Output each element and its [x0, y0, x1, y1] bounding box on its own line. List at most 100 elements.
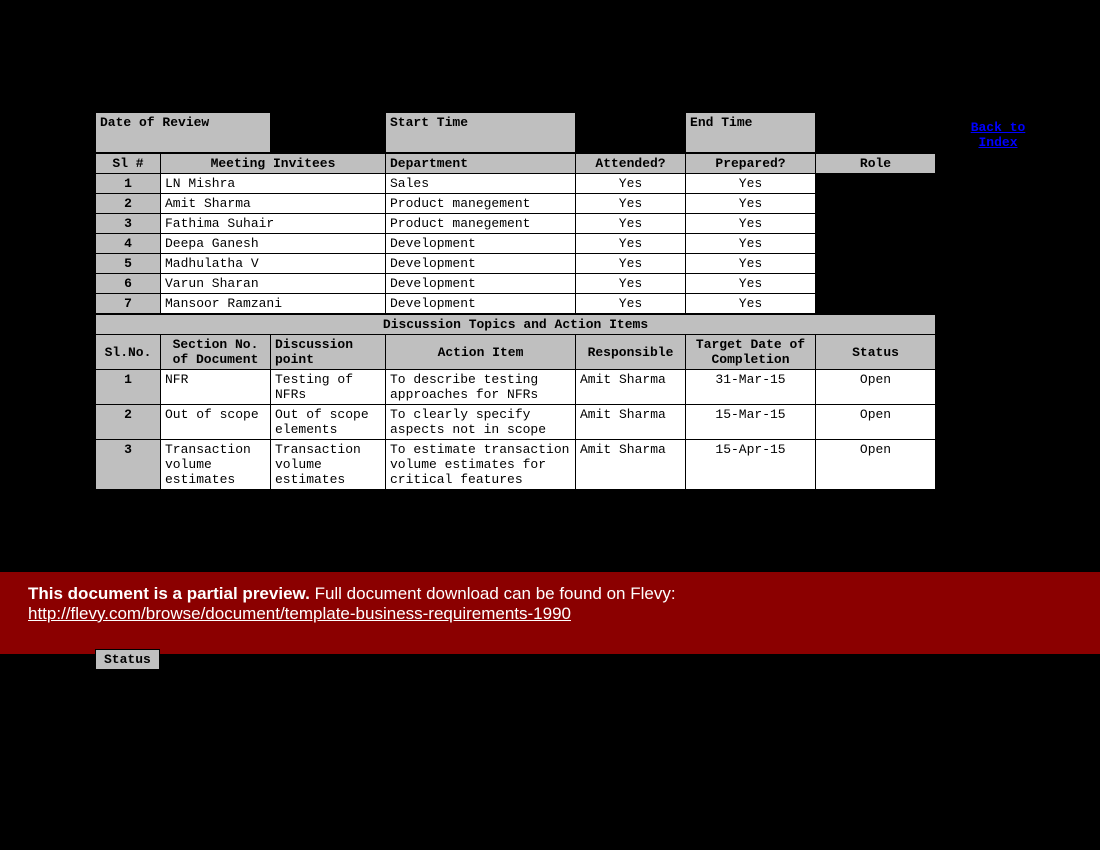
table-row: 1NFRTesting of NFRsTo describe testing a…: [96, 370, 936, 405]
table-row: 5Madhulatha VDevelopmentYesYes: [96, 254, 936, 274]
actions-banner: Discussion Topics and Action Items: [96, 315, 936, 335]
cell-attended: Yes: [576, 174, 686, 194]
cell-sl: 4: [96, 234, 161, 254]
table-row: 7Mansoor RamzaniDevelopmentYesYes: [96, 294, 936, 314]
col-responsible: Responsible: [576, 335, 686, 370]
cell-name: Fathima Suhair: [161, 214, 386, 234]
table-row: 6Varun SharanDevelopmentYesYes: [96, 274, 936, 294]
cell-role: [816, 194, 936, 214]
cell-prepared: Yes: [686, 254, 816, 274]
date-of-review-label: Date of Review: [96, 113, 271, 153]
banner-url[interactable]: http://flevy.com/browse/document/templat…: [28, 604, 571, 623]
cell-dept: Development: [386, 274, 576, 294]
end-time-value-cell: [816, 113, 936, 153]
cell-responsible: Amit Sharma: [576, 405, 686, 440]
cell-responsible: Amit Sharma: [576, 440, 686, 490]
cell-sl: 1: [96, 370, 161, 405]
cell-name: Madhulatha V: [161, 254, 386, 274]
cell-prepared: Yes: [686, 194, 816, 214]
cell-prepared: Yes: [686, 274, 816, 294]
cell-sl: 6: [96, 274, 161, 294]
status-label-fragment: Status: [95, 649, 160, 670]
date-value-cell: [271, 113, 386, 153]
col-slno: Sl.No.: [96, 335, 161, 370]
table-row: 2Out of scopeOut of scope elementsTo cle…: [96, 405, 936, 440]
col-status: Status: [816, 335, 936, 370]
cell-sl: 3: [96, 214, 161, 234]
cell-status: Open: [816, 440, 936, 490]
cell-name: Varun Sharan: [161, 274, 386, 294]
cell-action: To describe testing approaches for NFRs: [386, 370, 576, 405]
table-row: 3Fathima SuhairProduct manegementYesYes: [96, 214, 936, 234]
cell-role: [816, 274, 936, 294]
cell-point: Transaction volume estimates: [271, 440, 386, 490]
cell-section: Out of scope: [161, 405, 271, 440]
cell-prepared: Yes: [686, 294, 816, 314]
cell-dept: Product manegement: [386, 194, 576, 214]
cell-dept: Sales: [386, 174, 576, 194]
col-role: Role: [816, 154, 936, 174]
col-attended: Attended?: [576, 154, 686, 174]
cell-role: [816, 174, 936, 194]
invitees-table: Sl # Meeting Invitees Department Attende…: [95, 153, 936, 314]
cell-attended: Yes: [576, 194, 686, 214]
cell-name: Amit Sharma: [161, 194, 386, 214]
cell-role: [816, 294, 936, 314]
cell-role: [816, 234, 936, 254]
cell-sl: 7: [96, 294, 161, 314]
col-point: Discussion point: [271, 335, 386, 370]
cell-attended: Yes: [576, 274, 686, 294]
cell-prepared: Yes: [686, 214, 816, 234]
banner-rest: Full document download can be found on F…: [310, 584, 676, 603]
col-target: Target Date of Completion: [686, 335, 816, 370]
cell-action: To estimate transaction volume estimates…: [386, 440, 576, 490]
table-row: 4Deepa GaneshDevelopmentYesYes: [96, 234, 936, 254]
cell-dept: Development: [386, 294, 576, 314]
cell-attended: Yes: [576, 214, 686, 234]
back-to-index-link[interactable]: Back to Index: [958, 120, 1038, 150]
cell-attended: Yes: [576, 234, 686, 254]
cell-dept: Product manegement: [386, 214, 576, 234]
col-prepared: Prepared?: [686, 154, 816, 174]
cell-status: Open: [816, 370, 936, 405]
cell-attended: Yes: [576, 294, 686, 314]
col-action: Action Item: [386, 335, 576, 370]
cell-prepared: Yes: [686, 234, 816, 254]
review-sheet: Date of Review Start Time End Time Sl # …: [95, 112, 935, 490]
cell-point: Testing of NFRs: [271, 370, 386, 405]
cell-name: LN Mishra: [161, 174, 386, 194]
cell-action: To clearly specify aspects not in scope: [386, 405, 576, 440]
col-department: Department: [386, 154, 576, 174]
table-row: 3Transaction volume estimatesTransaction…: [96, 440, 936, 490]
cell-prepared: Yes: [686, 174, 816, 194]
review-meta-table: Date of Review Start Time End Time: [95, 112, 936, 153]
col-sl: Sl #: [96, 154, 161, 174]
cell-sl: 1: [96, 174, 161, 194]
cell-status: Open: [816, 405, 936, 440]
start-time-label: Start Time: [386, 113, 576, 153]
table-row: 2Amit SharmaProduct manegementYesYes: [96, 194, 936, 214]
start-time-value-cell: [576, 113, 686, 153]
actions-table: Discussion Topics and Action Items Sl.No…: [95, 314, 936, 490]
table-row: 1LN MishraSalesYesYes: [96, 174, 936, 194]
cell-dept: Development: [386, 234, 576, 254]
cell-sl: 2: [96, 405, 161, 440]
cell-role: [816, 254, 936, 274]
cell-section: Transaction volume estimates: [161, 440, 271, 490]
cell-attended: Yes: [576, 254, 686, 274]
col-invitees: Meeting Invitees: [161, 154, 386, 174]
col-section: Section No. of Document: [161, 335, 271, 370]
cell-sl: 2: [96, 194, 161, 214]
cell-sl: 3: [96, 440, 161, 490]
cell-point: Out of scope elements: [271, 405, 386, 440]
cell-sl: 5: [96, 254, 161, 274]
end-time-label: End Time: [686, 113, 816, 153]
cell-target: 15-Apr-15: [686, 440, 816, 490]
cell-name: Mansoor Ramzani: [161, 294, 386, 314]
cell-target: 15-Mar-15: [686, 405, 816, 440]
cell-dept: Development: [386, 254, 576, 274]
cell-responsible: Amit Sharma: [576, 370, 686, 405]
cell-name: Deepa Ganesh: [161, 234, 386, 254]
cell-role: [816, 214, 936, 234]
cell-target: 31-Mar-15: [686, 370, 816, 405]
